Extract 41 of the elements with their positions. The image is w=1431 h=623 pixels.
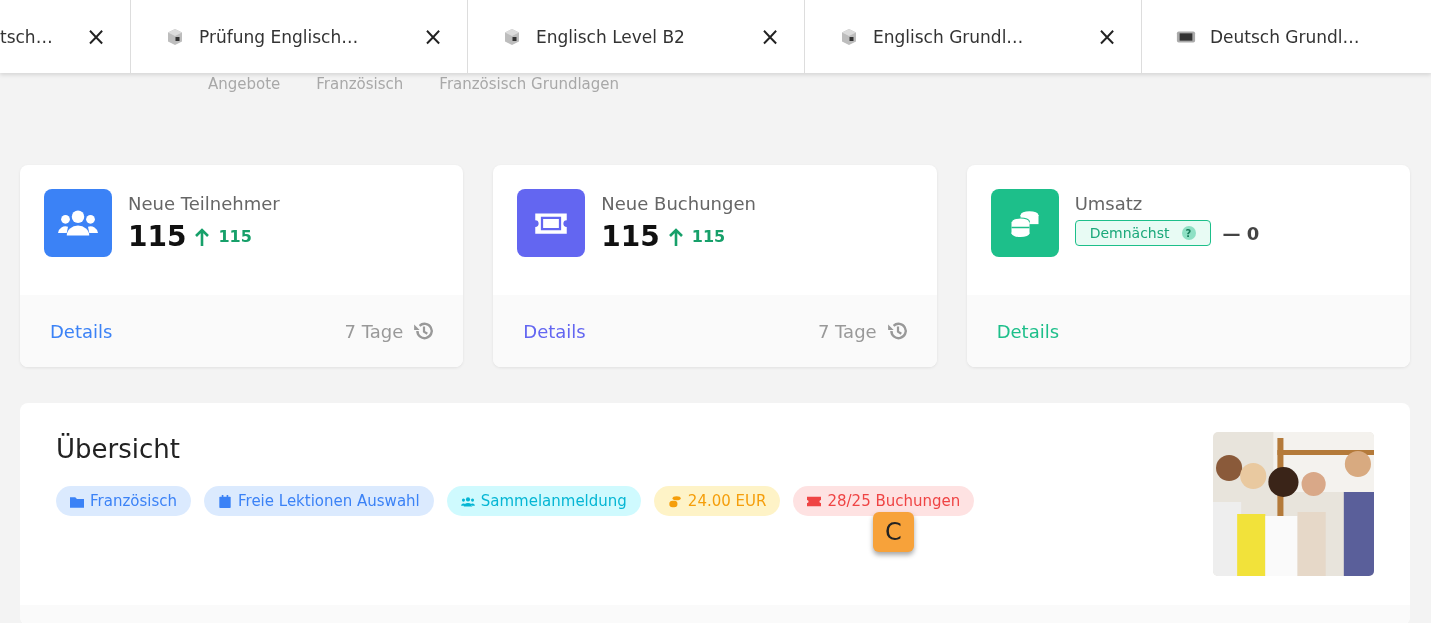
close-button[interactable]: × (418, 24, 447, 49)
arrow-up-icon (194, 226, 211, 247)
stat-title: Neue Buchungen (601, 193, 756, 214)
folder-icon (70, 494, 84, 508)
stat-change: 115 (691, 227, 726, 246)
stat-value: 115 (128, 220, 187, 253)
tab-label[interactable]: Englisch Level B2 (536, 26, 742, 47)
tab-label[interactable]: Deutsch Grundl… (1210, 26, 1431, 47)
tab-label[interactable]: tsch… (0, 26, 68, 47)
tag-label: Sammelanmeldung (480, 492, 627, 510)
cube-icon (839, 26, 859, 47)
cube-icon (502, 26, 522, 47)
stat-title: Neue Teilnehmer (128, 193, 280, 214)
tag-label: 24.00 EUR (687, 492, 767, 510)
ticket-icon (807, 494, 822, 508)
details-link[interactable]: Details (523, 320, 808, 342)
period-label: 7 Tage (817, 320, 877, 342)
calendar-icon (218, 494, 232, 508)
details-link[interactable]: Details (50, 320, 335, 342)
tab-label[interactable]: Englisch Grundl… (873, 26, 1079, 47)
hint-badge: C (873, 512, 914, 552)
close-button[interactable]: × (1092, 24, 1121, 49)
stat-change: 115 (218, 227, 252, 246)
people-icon (460, 494, 475, 508)
arrow-up-icon (667, 226, 684, 247)
tag-label: 28/25 Buchungen (827, 492, 961, 510)
coins-icon (667, 494, 682, 508)
close-button[interactable]: × (81, 24, 110, 49)
section-title: Übersicht (56, 434, 181, 464)
tag-label: Freie Lektionen Auswahl (238, 492, 420, 510)
history-icon[interactable] (413, 320, 436, 342)
tag-label: Französisch (90, 492, 177, 510)
stat-title: Umsatz (1074, 193, 1144, 214)
history-icon[interactable] (886, 320, 909, 342)
badge-label: Demnächst (1089, 225, 1170, 241)
stat-value: — 0 (1222, 222, 1260, 244)
tab-label[interactable]: Prüfung Englisch… (199, 26, 405, 47)
close-button[interactable]: × (755, 24, 784, 49)
stat-value: 115 (601, 220, 660, 253)
cube-icon (165, 26, 185, 47)
period-label: 7 Tage (344, 320, 404, 342)
